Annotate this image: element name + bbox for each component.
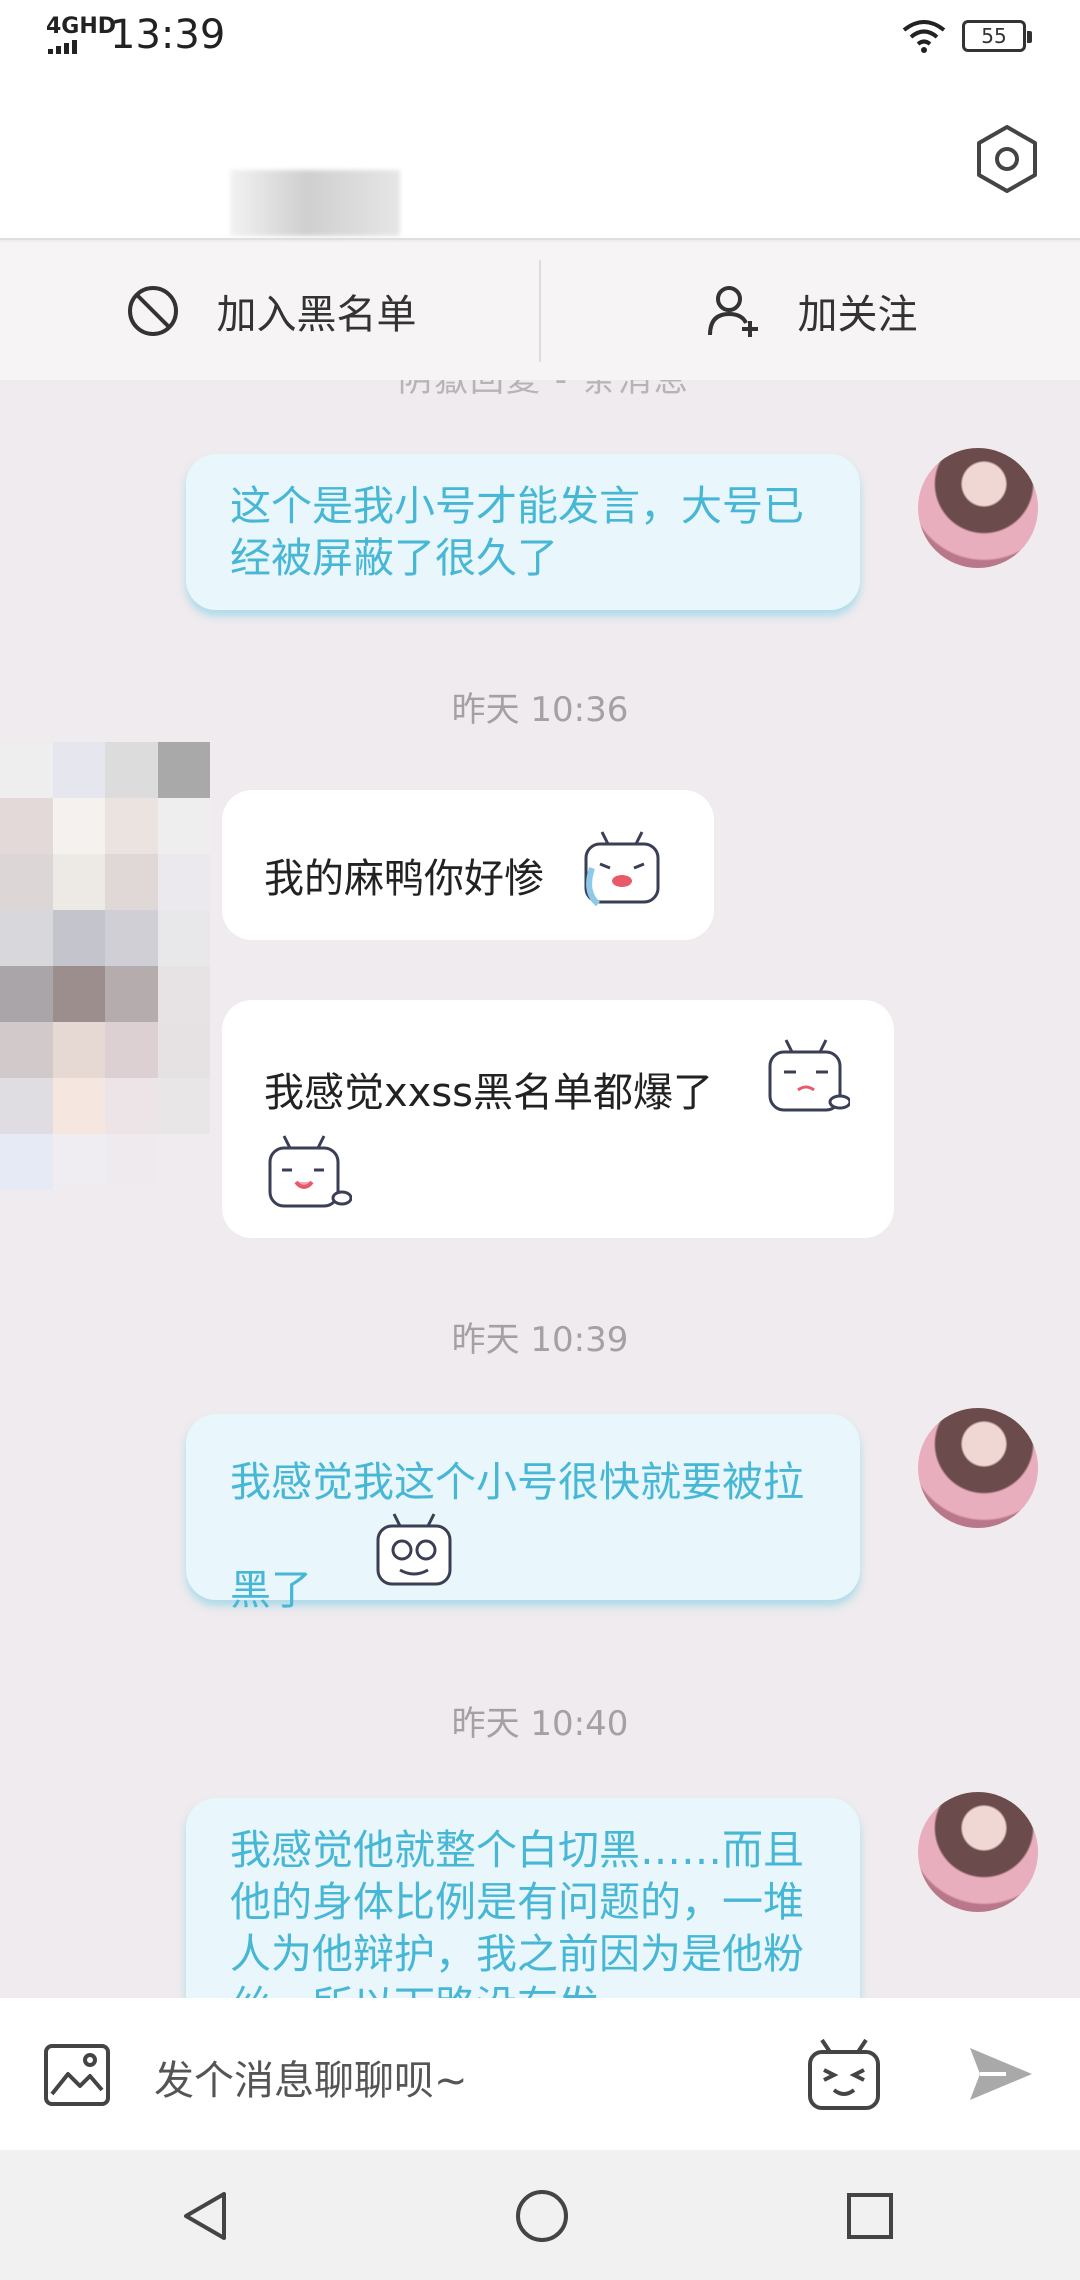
message-text: 我感觉xxss黑名单都爆了 [264,1070,714,1116]
emoji-tv-icon[interactable] [806,2036,882,2112]
status-time: 13:39 [110,12,226,58]
chat-header [0,72,1080,240]
follow-label: 加关注 [797,292,918,338]
crying-tv-emoji-icon [584,831,660,907]
truncated-notice: 阴嶽回复 - 条消息 [398,380,690,400]
system-nav-bar [0,2150,1080,2280]
message-input-bar: 发个消息聊聊呗~ [0,1998,1080,2150]
their-message-bubble[interactable]: 我感觉xxss黑名单都爆了 [222,1000,894,1238]
my-message-bubble[interactable]: 我感觉他就整个白切黑……而且他的身体比例是有问题的，一堆人为他辩护，我之前因为是… [186,1798,860,1998]
image-icon[interactable] [42,2042,112,2108]
send-icon[interactable] [966,2044,1036,2104]
blurred-avatar[interactable] [0,742,210,1192]
action-bar: 加入黑名单 加关注 [0,242,1080,380]
nav-home-icon[interactable] [514,2188,570,2244]
timestamp: 昨天 10:36 [451,690,629,730]
nav-back-icon[interactable] [178,2188,234,2244]
their-message-bubble[interactable]: 我的麻鸭你好惨 [222,790,714,940]
follow-button[interactable]: 加关注 [541,242,1080,380]
timestamp: 昨天 10:40 [451,1704,629,1744]
add-to-blacklist-button[interactable]: 加入黑名单 [0,242,539,380]
my-avatar[interactable] [918,1408,1038,1528]
add-user-icon [707,286,758,337]
wifi-icon [902,20,946,53]
nav-recent-icon[interactable] [846,2192,894,2240]
timestamp: 昨天 10:39 [451,1320,629,1360]
message-text: 我的麻鸭你好惨 [264,856,544,902]
block-icon [127,286,178,336]
blacklist-label: 加入黑名单 [216,292,417,338]
network-indicator: 4GHD [46,14,117,39]
my-message-bubble[interactable]: 我感觉我这个小号很快就要被拉黑了 [186,1414,860,1614]
message-text: 我感觉他就整个白切黑……而且他的身体比例是有问题的，一堆人为他辩护，我之前因为是… [230,1826,804,1998]
status-bar: 4GHD 13:39 55 [0,0,1080,72]
my-avatar[interactable] [918,448,1038,568]
blurred-username [230,170,400,236]
signal-icon [48,40,77,54]
smiling-tv-emoji-icon [268,1135,352,1208]
my-message-bubble[interactable]: 这个是我小号才能发言，大号已经被屏蔽了很久了 [186,454,860,610]
settings-hex-icon[interactable] [970,122,1044,196]
message-input[interactable]: 发个消息聊聊呗~ [154,2048,468,2106]
battery-indicator: 55 [962,20,1032,52]
awkward-tv-emoji-icon [768,1039,850,1112]
glasses-tv-emoji-icon [376,1513,452,1586]
chat-messages[interactable]: 阴嶽回复 - 条消息 这个是我小号才能发言，大号已经被屏蔽了很久了 昨天 10:… [0,380,1080,1998]
message-text: 我感觉我这个小号很快就要被拉黑了 [230,1458,804,1614]
message-text: 这个是我小号才能发言，大号已经被屏蔽了很久了 [230,482,804,582]
my-avatar[interactable] [918,1792,1038,1912]
